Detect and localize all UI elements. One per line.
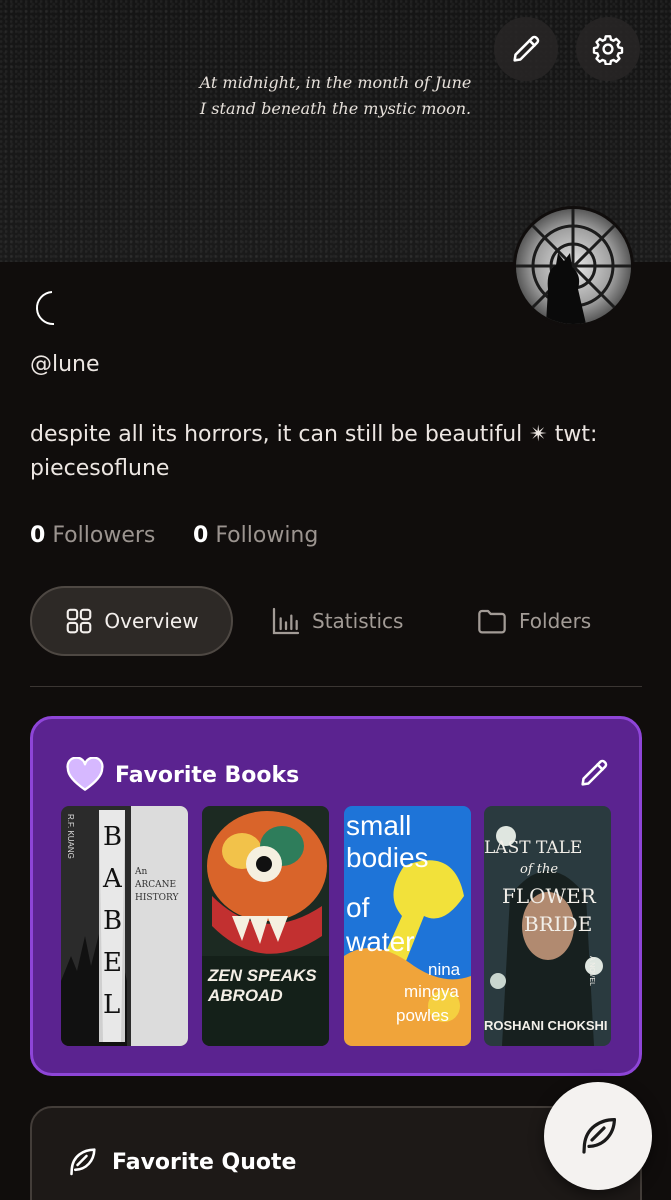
tab-folders-label: Folders — [519, 609, 592, 633]
settings-button[interactable] — [576, 17, 640, 81]
followers-label: Followers — [52, 523, 156, 548]
book-3-author-2: mingya — [404, 982, 459, 1001]
crescent-moon-icon — [30, 288, 60, 332]
favorite-books-heading: Favorite Books — [65, 757, 299, 793]
tab-folders[interactable]: Folders — [475, 586, 591, 656]
new-post-fab[interactable] — [544, 1082, 652, 1190]
book-3-title-2: bodies — [346, 842, 429, 873]
following-count: 0 — [193, 523, 209, 548]
following-label: Following — [215, 523, 319, 548]
book-2-title: ZEN SPEAKS ABROAD — [208, 966, 317, 1005]
book-3-title-4: water — [346, 926, 415, 957]
pencil-icon — [513, 35, 540, 62]
heart-icon — [66, 757, 104, 791]
followers-link[interactable]: 0 Followers — [30, 523, 155, 548]
pencil-icon — [581, 759, 608, 786]
book-3-title-3: of — [346, 892, 370, 923]
tab-statistics[interactable]: Statistics — [270, 586, 403, 656]
gear-icon — [592, 35, 624, 65]
favorite-books-card: Favorite Books R.F. KUANG BABEL An ARCAN… — [30, 716, 642, 1076]
book-cover-small-bodies-of-water[interactable]: small bodies of water nina mingya powles — [344, 806, 471, 1046]
book-cover-babel[interactable]: R.F. KUANG BABEL An ARCANE HISTORY — [61, 806, 188, 1046]
favorite-quote-title: Favorite Quote — [112, 1149, 297, 1175]
favorite-books-title: Favorite Books — [115, 762, 300, 788]
book-4-title-1: LAST TALE — [484, 838, 583, 858]
avatar-cat-window-image — [516, 209, 631, 324]
book-1-subtitle: An ARCANE HISTORY — [135, 867, 179, 903]
book-cover-zen-speaks-abroad[interactable]: ZEN SPEAKS ABROAD — [202, 806, 329, 1046]
banner-quote: At midnight, in the month of June I stan… — [0, 70, 671, 122]
banner-quote-line-2: I stand beneath the mystic moon. — [199, 99, 472, 118]
tab-statistics-label: Statistics — [312, 609, 404, 633]
bar-chart-icon — [272, 607, 300, 635]
book-4-series: A NOVEL — [588, 956, 595, 986]
book-4-title-4: BRIDE — [524, 912, 593, 936]
profile-handle: @lune — [30, 352, 100, 377]
book-1-author: R.F. KUANG — [66, 814, 75, 859]
folder-icon — [478, 609, 506, 634]
book-3-author-3: powles — [396, 1006, 449, 1025]
profile-bio: despite all its horrors, it can still be… — [30, 422, 598, 481]
following-link[interactable]: 0 Following — [193, 523, 318, 548]
feather-icon — [70, 1148, 96, 1176]
grid-icon — [67, 608, 92, 634]
book-4-title-2: of the — [520, 862, 559, 877]
edit-favorite-books-button[interactable] — [577, 756, 611, 794]
book-4-author: ROSHANI CHOKSHI — [484, 1018, 608, 1033]
feather-icon — [582, 1118, 616, 1154]
book-1-title: BABEL — [103, 822, 123, 1020]
followers-count: 0 — [30, 523, 46, 548]
tabs-divider — [30, 686, 642, 687]
edit-profile-button[interactable] — [494, 17, 558, 81]
banner-quote-line-1: At midnight, in the month of June — [199, 73, 472, 92]
avatar[interactable] — [513, 206, 634, 327]
book-3-title-1: small — [346, 810, 412, 841]
tab-overview-label: Overview — [104, 609, 199, 633]
book-cover-last-tale-of-the-flower-bride[interactable]: LAST TALE of the FLOWER BRIDE A NOVEL RO… — [484, 806, 611, 1046]
profile-tabs: Overview Statistics Folders — [30, 586, 642, 656]
book-3-author-1: nina — [428, 960, 461, 979]
book-4-title-3: FLOWER — [502, 884, 596, 908]
favorite-quote-heading: Favorite Quote — [64, 1144, 296, 1180]
tab-overview[interactable]: Overview — [30, 586, 233, 656]
